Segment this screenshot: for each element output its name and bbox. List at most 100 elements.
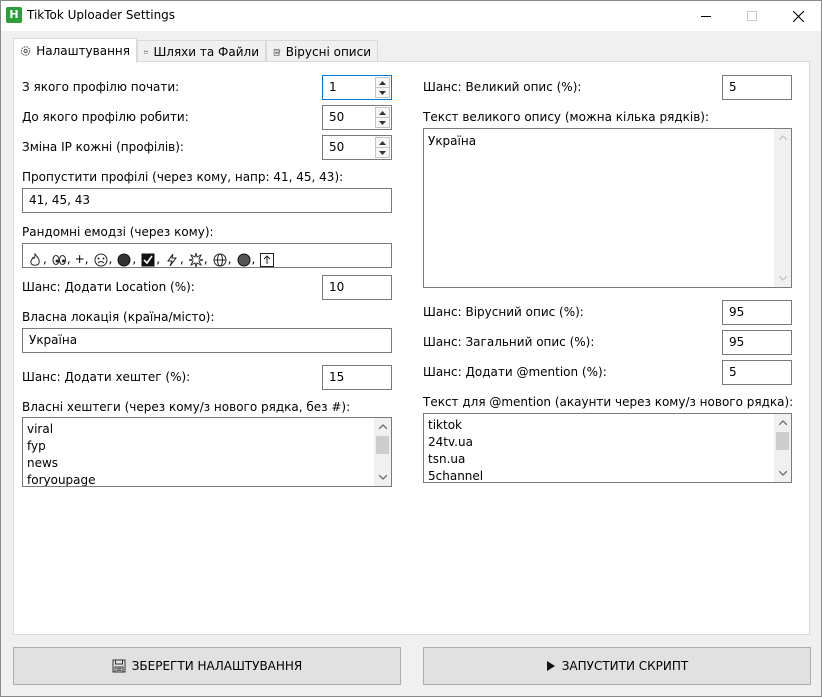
caret-down-icon [379,90,386,95]
ip-change-value: 50 [329,140,345,154]
random-emoji-label: Рандомні емодзі (через кому): [22,225,214,239]
big-desc-line: Україна [428,134,477,148]
own-hashtags-label: Власні хештеги (через кому/з нового рядк… [22,400,351,414]
minimize-button[interactable] [683,1,729,31]
emoji-list: , , +, , , , , , , , [27,248,275,267]
scroll-thumb[interactable] [376,436,389,454]
hashtag-chance-input[interactable]: 15 [322,365,392,390]
run-script-label: ЗАПУСТИТИ СКРИПТ [561,659,689,673]
mention-text-label: Текст для @mention (акаунти через кому/з… [423,395,794,409]
random-emoji-input[interactable]: , , +, , , , , , , , [22,243,392,268]
hashtag-line: viral [27,422,54,436]
tab-settings[interactable]: Налаштування [13,38,137,63]
chevron-down-icon [778,471,787,476]
skip-profiles-label: Пропустити профілі (через кому, напр: 41… [22,170,344,184]
own-location-input[interactable]: Україна [22,328,392,353]
save-settings-label: ЗБЕРЕГТИ НАЛАШТУВАННЯ [131,659,303,673]
ip-change-label: Зміна IP кожні (профілів): [22,140,184,154]
spinner-down-button[interactable] [375,87,390,98]
mention-line: tiktok [428,418,462,432]
tab-viral-descriptions[interactable]: Вірусні описи [266,40,378,62]
vertical-scrollbar[interactable] [774,129,791,287]
scroll-down-button[interactable] [374,469,391,486]
own-location-label: Власна локація (країна/місто): [22,310,215,324]
gear-icon [20,46,31,56]
hashtag-line: foryoupage [27,473,96,487]
close-icon [792,10,804,22]
end-profile-spinner[interactable]: 50 [322,105,392,130]
fire-emoji-icon [30,252,40,266]
viral-desc-chance-input[interactable]: 95 [722,300,792,325]
maximize-button[interactable] [729,1,775,31]
start-profile-label: З якого профілю почати: [22,80,180,94]
big-desc-chance-input[interactable]: 5 [722,75,792,100]
caret-down-icon [379,120,386,125]
hashtag-chance-label: Шанс: Додати хештег (%): [22,370,191,384]
scroll-up-button[interactable] [374,418,391,435]
scroll-down-button[interactable] [774,270,791,287]
chevron-up-icon [778,420,787,425]
tab-settings-label: Налаштування [36,44,130,58]
close-button[interactable] [775,1,821,31]
caret-up-icon [379,140,386,145]
tab-paths-files[interactable]: Шляхи та Файли [137,40,266,62]
end-profile-label: До якого профілю робити: [22,110,189,124]
eyes-emoji-icon [52,254,66,265]
chevron-up-icon [778,135,787,140]
spinner-down-button[interactable] [375,147,390,158]
tab-paths-files-label: Шляхи та Файли [153,44,259,59]
big-desc-textarea[interactable]: Україна [423,128,792,288]
mention-line: tsn.ua [428,452,466,466]
mention-line: 5channel [428,469,484,483]
skip-profiles-input[interactable]: 41, 45, 43 [22,188,392,213]
black-circle-emoji-icon [117,253,131,266]
title-bar: H TikTok Uploader Settings [1,1,821,31]
vertical-scrollbar[interactable] [374,418,391,486]
app-logo-icon: H [6,7,22,23]
location-chance-input[interactable]: 10 [322,275,392,300]
crying-face-emoji-icon [94,253,108,266]
floppy-disk-icon [112,659,126,673]
big-desc-text-label: Текст великого опису (можна кілька рядкі… [423,110,709,124]
tab-viral-descriptions-label: Вірусні описи [285,44,371,59]
own-hashtags-textarea[interactable]: viral fyp news foryoupage [22,417,392,487]
ip-change-spinner[interactable]: 50 [322,135,392,160]
app-window: H TikTok Uploader Settings Налаштування … [0,0,822,697]
scroll-up-button[interactable] [774,129,791,146]
end-profile-value: 50 [329,110,345,124]
spinner-down-button[interactable] [375,117,390,128]
start-profile-spinner[interactable]: 1 [322,75,392,100]
explosion-emoji-icon [188,252,203,267]
scroll-up-button[interactable] [774,414,791,431]
mention-chance-label: Шанс: Додати @mention (%): [423,365,607,379]
caret-down-icon [379,150,386,155]
chevron-down-icon [378,475,387,480]
scroll-thumb[interactable] [776,432,789,450]
scroll-down-button[interactable] [774,465,791,482]
globe-emoji-icon [213,253,227,266]
caret-up-icon [379,110,386,115]
play-icon [546,661,555,671]
dark-circle-emoji-icon [237,253,250,266]
run-script-button[interactable]: ЗАПУСТИТИ СКРИПТ [423,647,811,685]
general-desc-chance-label: Шанс: Загальний опис (%): [423,335,595,349]
hashtag-line: news [27,456,59,470]
mention-chance-input[interactable]: 5 [722,360,792,385]
settings-panel: З якого профілю почати: 1 До якого профі… [13,61,810,635]
location-chance-label: Шанс: Додати Location (%): [22,280,195,294]
big-desc-chance-label: Шанс: Великий опис (%): [423,80,582,94]
folder-icon [144,50,149,54]
mention-textarea[interactable]: tiktok 24tv.ua tsn.ua 5channel [423,413,792,483]
check-mark-emoji-icon [141,253,155,266]
save-settings-button[interactable]: ЗБЕРЕГТИ НАЛАШТУВАННЯ [13,647,401,685]
vertical-scrollbar[interactable] [774,414,791,482]
maximize-icon [747,11,757,21]
chevron-down-icon [778,276,787,281]
hashtag-line: fyp [27,439,46,453]
notepad-icon [273,48,281,56]
chevron-up-icon [378,424,387,429]
general-desc-chance-input[interactable]: 95 [722,330,792,355]
minimize-icon [701,16,711,17]
window-title: TikTok Uploader Settings [27,8,176,22]
caret-up-icon [379,80,386,85]
